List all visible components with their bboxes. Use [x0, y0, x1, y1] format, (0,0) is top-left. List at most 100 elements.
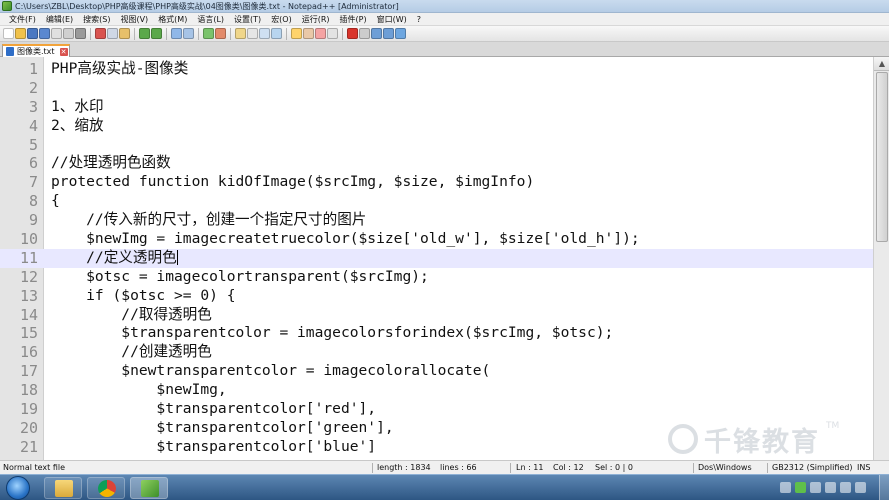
code-text[interactable]: //传入新的尺寸，创建一个指定尺寸的图片	[51, 211, 366, 230]
code-line[interactable]: 19 $transparentcolor['red'],	[0, 400, 873, 419]
menu-plugins[interactable]: 插件(P)	[335, 13, 372, 26]
menu-run[interactable]: 运行(R)	[297, 13, 335, 26]
code-text[interactable]: $newtransparentcolor = imagecolorallocat…	[51, 362, 490, 381]
folder-workspace-icon[interactable]	[327, 28, 338, 39]
taskbar-chrome[interactable]	[87, 477, 125, 499]
code-line[interactable]: 4 2、缩放	[0, 117, 873, 136]
tray-icon[interactable]	[855, 482, 866, 493]
start-button[interactable]	[6, 476, 30, 500]
show-desktop-button[interactable]	[879, 475, 889, 500]
code-line[interactable]: 7 protected function kidOfImage($srcImg, …	[0, 173, 873, 192]
code-line[interactable]: 6 //处理透明色函数	[0, 154, 873, 173]
word-wrap-icon[interactable]	[247, 28, 258, 39]
code-line[interactable]: 1 PHP高级实战-图像类	[0, 60, 873, 79]
new-file-icon[interactable]	[3, 28, 14, 39]
code-text[interactable]: if ($otsc >= 0) {	[51, 287, 235, 306]
code-text[interactable]: 1、水印	[51, 98, 104, 117]
code-line[interactable]: 10 $newImg = imagecreatetruecolor($size[…	[0, 230, 873, 249]
udl-icon[interactable]	[291, 28, 302, 39]
vertical-scrollbar[interactable]: ▲	[873, 57, 889, 460]
code-line[interactable]: 3 1、水印	[0, 98, 873, 117]
run-multiple-macro-icon[interactable]	[383, 28, 394, 39]
menu-edit[interactable]: 编辑(E)	[41, 13, 78, 26]
code-line[interactable]: 9 //传入新的尺寸，创建一个指定尺寸的图片	[0, 211, 873, 230]
replace-icon[interactable]	[183, 28, 194, 39]
taskbar-notepadpp[interactable]	[130, 477, 168, 499]
code-line[interactable]: 14 //取得透明色	[0, 306, 873, 325]
code-text[interactable]: $otsc = imagecolortransparent($srcImg);	[51, 268, 429, 287]
record-macro-icon[interactable]	[347, 28, 358, 39]
editor-area[interactable]: 1 PHP高级实战-图像类 2 3 1、水印 4 2、缩放 5 6 //处理透明色函数 7 prote…	[0, 57, 873, 460]
code-text[interactable]: //处理透明色函数	[51, 154, 171, 173]
close-icon[interactable]: ✕	[59, 47, 68, 56]
code-line[interactable]: 8{	[0, 192, 873, 211]
code-text[interactable]: //创建透明色	[51, 343, 212, 362]
menu-help[interactable]: ?	[412, 13, 426, 26]
save-macro-icon[interactable]	[395, 28, 406, 39]
sync-scroll-icon[interactable]	[235, 28, 246, 39]
code-line[interactable]: 13 if ($otsc >= 0) {	[0, 287, 873, 306]
save-icon[interactable]	[27, 28, 38, 39]
menu-file[interactable]: 文件(F)	[4, 13, 41, 26]
code-text[interactable]: $transparentcolor = imagecolorsforindex(…	[51, 324, 613, 343]
zoom-in-icon[interactable]	[203, 28, 214, 39]
function-list-icon[interactable]	[315, 28, 326, 39]
status-lines: lines : 66	[440, 463, 477, 472]
redo-icon[interactable]	[151, 28, 162, 39]
menu-settings[interactable]: 设置(T)	[229, 13, 266, 26]
code-line[interactable]: 15 $transparentcolor = imagecolorsforind…	[0, 324, 873, 343]
code-line[interactable]: 16 //创建透明色	[0, 343, 873, 362]
undo-icon[interactable]	[139, 28, 150, 39]
code-line[interactable]: 2	[0, 79, 873, 98]
tab-image-class-txt[interactable]: 图像类.txt ✕	[2, 44, 70, 57]
code-text[interactable]: $newImg = imagecreatetruecolor($size['ol…	[51, 230, 640, 249]
playback-icon[interactable]	[371, 28, 382, 39]
menu-view[interactable]: 视图(V)	[115, 13, 153, 26]
close-file-icon[interactable]	[51, 28, 62, 39]
code-line[interactable]: 11 //定义透明色	[0, 248, 873, 268]
menu-format[interactable]: 格式(M)	[153, 13, 192, 26]
close-all-icon[interactable]	[63, 28, 74, 39]
print-icon[interactable]	[75, 28, 86, 39]
doc-map-icon[interactable]	[303, 28, 314, 39]
code-line[interactable]: 17 $newtransparentcolor = imagecolorallo…	[0, 362, 873, 381]
line-number: 1	[28, 60, 38, 78]
volume-icon[interactable]	[840, 482, 851, 493]
open-file-icon[interactable]	[15, 28, 26, 39]
menu-window[interactable]: 窗口(W)	[372, 13, 412, 26]
network-icon[interactable]	[825, 482, 836, 493]
code-text[interactable]: 2、缩放	[51, 117, 104, 136]
paste-icon[interactable]	[119, 28, 130, 39]
save-all-icon[interactable]	[39, 28, 50, 39]
code-text[interactable]: $newImg,	[51, 381, 226, 400]
zoom-out-icon[interactable]	[215, 28, 226, 39]
toolbar-separator	[198, 27, 199, 40]
menu-macro[interactable]: 宏(O)	[266, 13, 297, 26]
tray-icon[interactable]	[780, 482, 791, 493]
code-text[interactable]: $transparentcolor['blue']	[51, 438, 376, 457]
code-line[interactable]: 12 $otsc = imagecolortransparent($srcImg…	[0, 268, 873, 287]
find-icon[interactable]	[171, 28, 182, 39]
menu-search[interactable]: 搜索(S)	[78, 13, 115, 26]
code-line[interactable]: 5	[0, 136, 873, 155]
toolbar	[0, 26, 889, 42]
show-all-chars-icon[interactable]	[259, 28, 270, 39]
code-text[interactable]: protected function kidOfImage($srcImg, $…	[51, 173, 534, 192]
code-text[interactable]: PHP高级实战-图像类	[51, 60, 188, 79]
code-line[interactable]: 18 $newImg,	[0, 381, 873, 400]
taskbar-explorer[interactable]	[44, 477, 82, 499]
stop-record-icon[interactable]	[359, 28, 370, 39]
indent-guide-icon[interactable]	[271, 28, 282, 39]
scrollbar-thumb[interactable]	[876, 72, 888, 242]
code-text[interactable]: $transparentcolor['red'],	[51, 400, 376, 419]
code-text[interactable]: //取得透明色	[51, 306, 212, 325]
code-text[interactable]: //定义透明色	[51, 249, 178, 268]
copy-icon[interactable]	[107, 28, 118, 39]
menu-language[interactable]: 语言(L)	[192, 13, 229, 26]
code-text[interactable]: {	[51, 192, 60, 211]
code-text[interactable]: $transparentcolor['green'],	[51, 419, 393, 438]
scroll-up-arrow-icon[interactable]: ▲	[874, 57, 889, 71]
tray-icon[interactable]	[810, 482, 821, 493]
cut-icon[interactable]	[95, 28, 106, 39]
tray-icon[interactable]	[795, 482, 806, 493]
